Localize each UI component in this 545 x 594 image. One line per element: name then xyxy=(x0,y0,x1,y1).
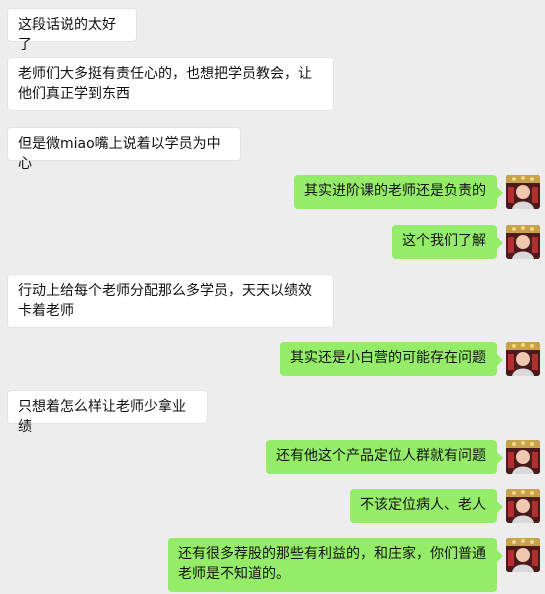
user-avatar-icon[interactable] xyxy=(506,175,540,209)
message-text: 还有他这个产品定位人群就有问题 xyxy=(276,448,486,464)
outgoing-message-bubble[interactable]: 还有他这个产品定位人群就有问题 xyxy=(266,440,503,474)
user-avatar-icon[interactable] xyxy=(506,225,540,259)
message-text: 这个我们了解 xyxy=(402,233,486,249)
incoming-message-bubble[interactable]: 但是微miao嘴上说着以学员为中心 xyxy=(7,127,241,172)
incoming-message-bubble[interactable]: 只想着怎么样让老师少拿业绩 xyxy=(7,390,208,435)
outgoing-message-bubble[interactable]: 不该定位病人、老人 xyxy=(350,489,503,523)
outgoing-message-bubble[interactable]: 其实进阶课的老师还是负责的 xyxy=(294,175,503,209)
outgoing-message-bubble[interactable]: 还有很多荐股的那些有利益的，和庄家，你们普通老师是不知道的。 xyxy=(168,538,503,592)
chat-message-list: 这段话说的太好了 老师们大多挺有责任心的，也想把学员教会，让他们真正学到东西 但… xyxy=(0,0,545,594)
message-text: 只想着怎么样让老师少拿业绩 xyxy=(18,399,186,435)
outgoing-message-bubble[interactable]: 这个我们了解 xyxy=(392,225,503,259)
incoming-message-bubble[interactable]: 老师们大多挺有责任心的，也想把学员教会，让他们真正学到东西 xyxy=(7,57,334,111)
message-text: 还有很多荐股的那些有利益的，和庄家，你们普通老师是不知道的。 xyxy=(178,546,486,582)
message-text: 其实进阶课的老师还是负责的 xyxy=(304,183,486,199)
incoming-message-bubble[interactable]: 行动上给每个老师分配那么多学员，天天以绩效卡着老师 xyxy=(7,274,334,328)
user-avatar-icon[interactable] xyxy=(506,538,540,572)
user-avatar-icon[interactable] xyxy=(506,440,540,474)
message-text: 不该定位病人、老人 xyxy=(360,497,486,513)
message-text: 老师们大多挺有责任心的，也想把学员教会，让他们真正学到东西 xyxy=(18,66,312,102)
message-text: 行动上给每个老师分配那么多学员，天天以绩效卡着老师 xyxy=(18,283,312,319)
message-text: 其实还是小白营的可能存在问题 xyxy=(290,350,486,366)
user-avatar-icon[interactable] xyxy=(506,342,540,376)
message-text: 但是微miao嘴上说着以学员为中心 xyxy=(18,136,221,172)
incoming-message-bubble[interactable]: 这段话说的太好了 xyxy=(7,8,137,53)
outgoing-message-bubble[interactable]: 其实还是小白营的可能存在问题 xyxy=(280,342,503,376)
message-text: 这段话说的太好了 xyxy=(18,17,116,53)
user-avatar-icon[interactable] xyxy=(506,489,540,523)
